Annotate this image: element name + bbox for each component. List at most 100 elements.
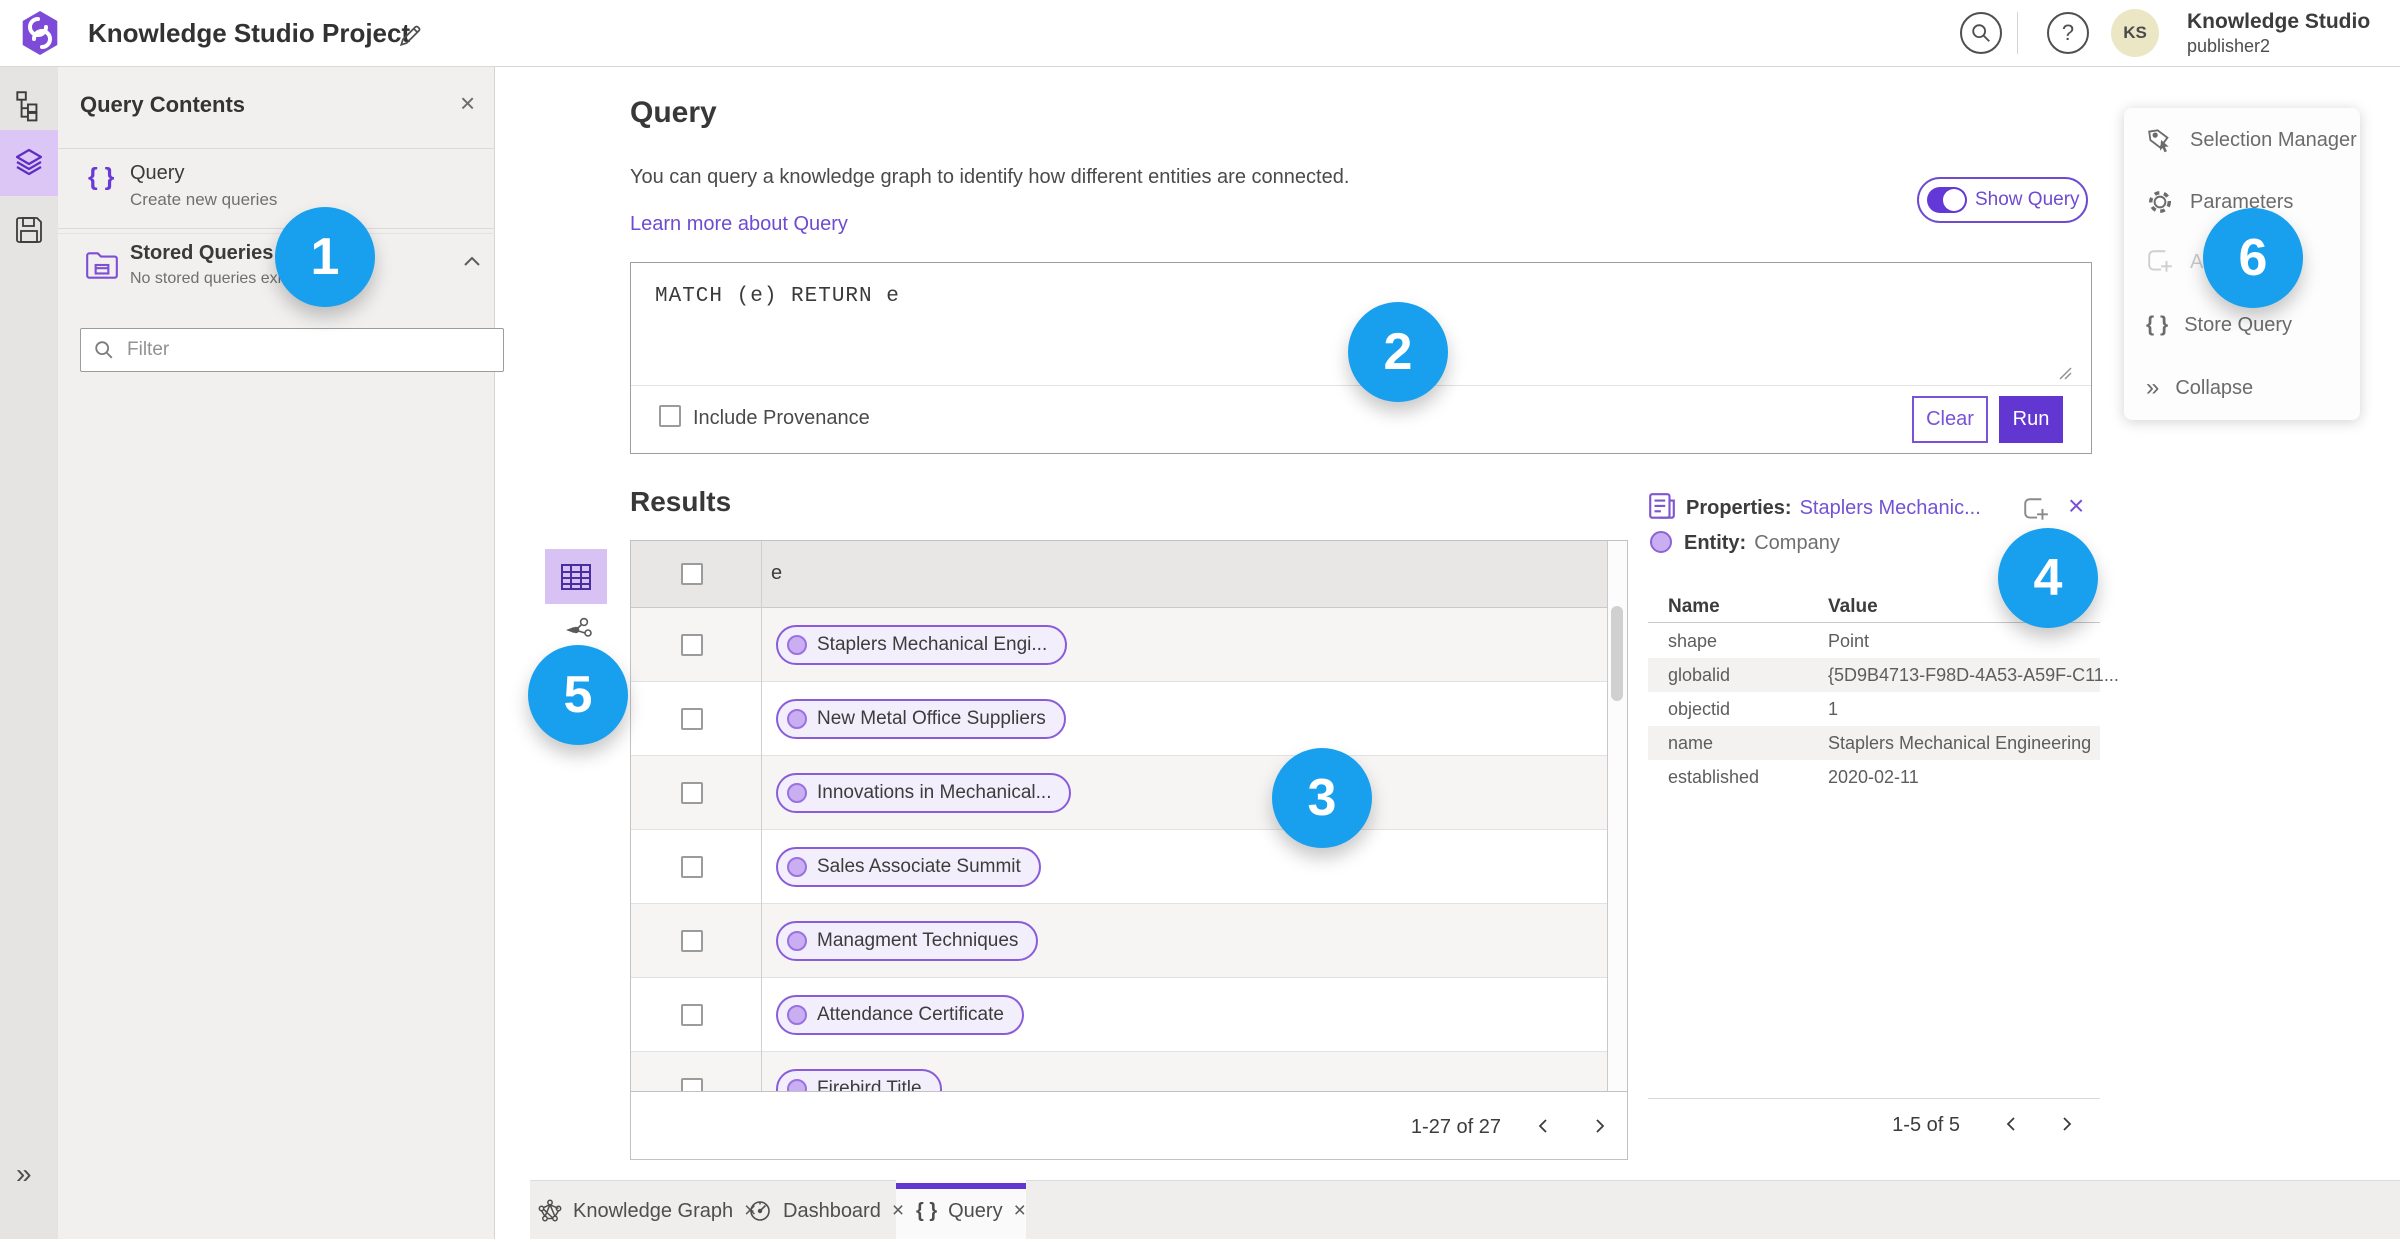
row-checkbox[interactable] — [681, 930, 703, 952]
save-rail-button[interactable] — [13, 214, 45, 246]
property-row: name Staplers Mechanical Engineering — [1648, 726, 2100, 760]
show-query-toggle[interactable]: Show Query — [1917, 177, 2088, 223]
entity-label: Staplers Mechanical Engi... — [817, 634, 1048, 655]
question-mark-icon: ? — [2061, 20, 2075, 45]
callout-number: 4 — [2033, 549, 2063, 607]
expand-rail-button[interactable]: » — [16, 1158, 32, 1190]
search-button[interactable] — [1960, 12, 2002, 54]
property-name: established — [1668, 767, 1760, 787]
close-icon[interactable]: × — [892, 1199, 904, 1223]
contents-rail-button[interactable] — [13, 147, 45, 179]
edit-title-pencil-icon[interactable] — [398, 22, 424, 48]
stored-queries-filter — [80, 328, 504, 372]
chevron-right-icon — [2063, 1117, 2072, 1131]
user-avatar[interactable]: KS — [2111, 9, 2159, 57]
entity-label: Firebird Title — [817, 1078, 922, 1091]
include-provenance-checkbox[interactable] — [659, 405, 681, 427]
query-text[interactable]: MATCH (e) RETURN e — [655, 285, 900, 308]
collapse-menu-button[interactable]: » Collapse — [2124, 363, 2360, 413]
search-icon — [1972, 24, 1990, 42]
table-row[interactable]: Managment Techniques — [631, 904, 1607, 978]
add-to-new-button[interactable] — [2022, 496, 2050, 524]
entity-pill[interactable]: Attendance Certificate — [776, 995, 1024, 1035]
entity-pill[interactable]: Innovations in Mechanical... — [776, 773, 1072, 813]
tab-dashboard[interactable]: Dashboard × — [748, 1198, 904, 1224]
entity-pill[interactable]: New Metal Office Suppliers — [776, 699, 1066, 739]
entity-pill[interactable]: Staplers Mechanical Engi... — [776, 625, 1068, 665]
property-row: shape Point — [1648, 624, 2100, 658]
entity-dot-icon — [787, 857, 807, 877]
app-logo-icon[interactable] — [20, 11, 60, 55]
select-all-checkbox[interactable] — [681, 563, 703, 585]
resize-handle[interactable] — [2055, 363, 2073, 381]
panel-item-query[interactable]: { } Query Create new queries — [58, 149, 495, 228]
close-icon: × — [2068, 490, 2085, 521]
properties-header: Properties: Staplers Mechanic... — [1686, 497, 1981, 520]
properties-icon — [1648, 492, 1676, 522]
row-checkbox[interactable] — [681, 1078, 703, 1091]
stored-queries-folder-icon — [84, 248, 120, 282]
user-info[interactable]: Knowledge Studio publisher2 — [2187, 10, 2370, 57]
row-checkbox[interactable] — [681, 1004, 703, 1026]
properties-label: Properties: — [1686, 497, 1792, 519]
entity-dot-icon — [1650, 531, 1672, 553]
data-model-rail-button[interactable] — [12, 88, 46, 122]
entity-pill[interactable]: Firebird Title — [776, 1069, 942, 1091]
properties-next-page-button[interactable] — [2058, 1116, 2074, 1132]
double-chevron-right-icon: » — [16, 1158, 32, 1189]
table-row[interactable]: Sales Associate Summit — [631, 830, 1607, 904]
entity-label: Innovations in Mechanical... — [817, 782, 1052, 803]
results-scrollbar-thumb[interactable] — [1611, 606, 1623, 701]
filter-input[interactable] — [125, 338, 503, 362]
table-view-button[interactable] — [545, 549, 607, 604]
entity-label: Attendance Certificate — [817, 1004, 1004, 1025]
entity-pill[interactable]: Managment Techniques — [776, 921, 1039, 961]
tab-knowledge-graph[interactable]: Knowledge Graph × — [538, 1198, 756, 1224]
property-name: name — [1668, 733, 1714, 753]
panel-close-button[interactable]: × — [460, 88, 475, 119]
entity-type: Company — [1754, 532, 1840, 554]
properties-entity-link[interactable]: Staplers Mechanic... — [1800, 497, 1981, 520]
table-row[interactable]: Firebird Title — [631, 1052, 1607, 1091]
property-row: established 2020-02-11 — [1648, 760, 2100, 794]
add-artifact-icon — [2024, 498, 2048, 520]
double-chevron-right-icon: » — [2146, 374, 2160, 401]
collapse-section-button[interactable] — [462, 254, 482, 268]
results-next-page-button[interactable] — [1591, 1118, 1607, 1134]
table-row[interactable]: New Metal Office Suppliers — [631, 682, 1607, 756]
callout-number: 5 — [563, 666, 593, 724]
left-icon-rail: » — [0, 66, 58, 1239]
table-row[interactable]: Attendance Certificate — [631, 978, 1607, 1052]
clear-button[interactable]: Clear — [1912, 396, 1988, 443]
toggle-switch-on[interactable] — [1927, 187, 1967, 213]
close-icon[interactable]: × — [1014, 1199, 1026, 1223]
table-row[interactable]: Innovations in Mechanical... — [631, 756, 1607, 830]
properties-close-button[interactable]: × — [2068, 490, 2084, 522]
run-button[interactable]: Run — [1999, 396, 2063, 443]
selection-manager-button[interactable]: Selection Manager — [2124, 115, 2360, 165]
store-query-button[interactable]: { } Store Query — [2124, 300, 2360, 350]
entity-pill[interactable]: Sales Associate Summit — [776, 847, 1041, 887]
row-checkbox[interactable] — [681, 708, 703, 730]
row-checkbox[interactable] — [681, 634, 703, 656]
row-checkbox[interactable] — [681, 856, 703, 878]
properties-prev-page-button[interactable] — [2004, 1116, 2020, 1132]
entity-dot-icon — [787, 783, 807, 803]
results-prev-page-button[interactable] — [1536, 1118, 1552, 1134]
entity-dot-icon — [787, 635, 807, 655]
learn-more-link[interactable]: Learn more about Query — [630, 213, 848, 236]
annotation-callout-5: 5 — [528, 645, 628, 745]
panel-item-query-title: Query — [130, 162, 185, 184]
tab-query-active[interactable]: { } Query × — [916, 1198, 1026, 1224]
row-checkbox[interactable] — [681, 782, 703, 804]
selection-manager-icon — [2148, 129, 2169, 153]
table-row[interactable]: Staplers Mechanical Engi... — [631, 608, 1607, 682]
chevron-left-icon — [2006, 1117, 2015, 1131]
callout-number: 1 — [310, 228, 340, 286]
active-tab-indicator — [896, 1183, 1026, 1189]
help-button[interactable]: ? — [2047, 12, 2089, 54]
entity-line: Entity: Company — [1684, 532, 1840, 555]
callout-number: 6 — [2238, 229, 2268, 287]
property-value: Staplers Mechanical Engineering — [1828, 733, 2092, 753]
graph-view-button[interactable] — [563, 616, 593, 642]
